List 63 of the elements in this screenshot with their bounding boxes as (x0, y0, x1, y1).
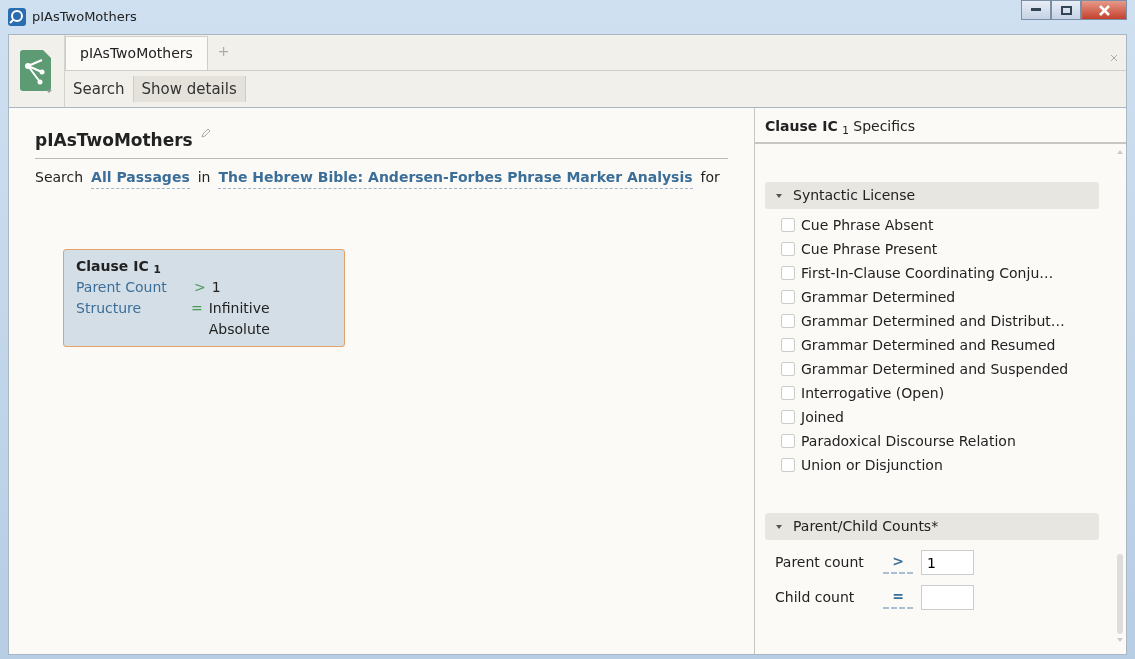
close-icon (1098, 4, 1110, 16)
document-diagram-icon[interactable] (19, 48, 54, 94)
checkbox[interactable] (781, 218, 795, 232)
condition-operator: > (194, 277, 206, 297)
tab[interactable]: pIAsTwoMothers (65, 36, 208, 70)
count-label: Child count (775, 588, 856, 607)
condition-field: Parent Count (76, 276, 194, 298)
section-title: Parent/Child Counts* (793, 517, 939, 536)
section-header[interactable]: Parent/Child Counts* (765, 513, 1099, 540)
checkbox-label: Grammar Determined and Suspended (801, 360, 1069, 379)
count-input[interactable]: 1 (921, 550, 974, 575)
count-input[interactable] (921, 585, 974, 610)
checkbox-label: Joined (801, 408, 844, 427)
checkbox[interactable] (781, 290, 795, 304)
checkbox-label: First-In-Clause Coordinating Conju… (801, 264, 1054, 283)
checkbox[interactable] (781, 242, 795, 256)
resource-dropdown[interactable]: The Hebrew Bible: Andersen-Forbes Phrase Marker Analysis (218, 166, 693, 189)
checkbox-label: Cue Phrase Absent (801, 216, 934, 235)
checkbox-label: Grammar Determined and Resumed (801, 336, 1056, 355)
app-search-icon (8, 8, 26, 26)
minimize-icon (1031, 8, 1041, 12)
checkbox[interactable] (781, 386, 795, 400)
condition-value: Infinitive Absolute (208, 298, 271, 339)
checkbox[interactable] (781, 458, 795, 472)
in-label: in (197, 167, 211, 187)
operator-dropdown[interactable]: = (883, 586, 913, 609)
maximize-icon (1060, 5, 1072, 15)
checkbox[interactable] (781, 266, 795, 280)
collapse-triangle-icon (775, 191, 783, 200)
window-title: pIAsTwoMothers (32, 8, 137, 27)
close-button[interactable] (1081, 0, 1127, 20)
checkbox-label: Grammar Determined (801, 288, 956, 307)
clause-card[interactable]: Clause IC $_{1}$ Parent Count > 1 Structure = Infinitive Absolute (63, 248, 345, 347)
operator-dropdown[interactable]: > (883, 551, 913, 574)
condition-field: Structure (76, 297, 191, 340)
close-tab-icon[interactable] (1110, 54, 1118, 62)
checkbox-label: Interrogative (Open) (801, 384, 945, 403)
count-label: Parent count (775, 553, 865, 572)
minimize-button[interactable] (1021, 0, 1051, 20)
section-header[interactable]: Syntactic License (765, 182, 1099, 209)
checkbox[interactable] (781, 314, 795, 328)
condition-operator: = (191, 298, 203, 318)
scope-dropdown[interactable]: All Passages (91, 166, 190, 189)
section-title: Syntactic License (793, 186, 916, 205)
checkbox[interactable] (781, 434, 795, 448)
toolbar-button[interactable]: Search (65, 75, 134, 103)
panel-title: Clause IC $_{1}$ Specifics (755, 108, 1126, 144)
document-title: pIAsTwoMothers (35, 129, 193, 152)
checkbox[interactable] (781, 338, 795, 352)
pencil-icon[interactable] (200, 128, 211, 138)
collapse-triangle-icon (775, 522, 783, 531)
for-label: for (700, 167, 720, 187)
condition-value: 1 (211, 277, 221, 297)
checkbox-label: Union or Disjunction (801, 456, 943, 475)
checkbox[interactable] (781, 362, 795, 376)
maximize-button[interactable] (1051, 0, 1081, 20)
checkbox-label: Paradoxical Discourse Relation (801, 432, 1016, 451)
search-label: Search (35, 167, 84, 187)
toolbar-button[interactable]: Show details (133, 75, 246, 103)
clause-title: Clause IC $_{1}$ (76, 256, 162, 277)
checkbox-label: Cue Phrase Present (801, 240, 938, 259)
checkbox-label: Grammar Determined and Distribut… (801, 312, 1065, 331)
checkbox[interactable] (781, 410, 795, 424)
